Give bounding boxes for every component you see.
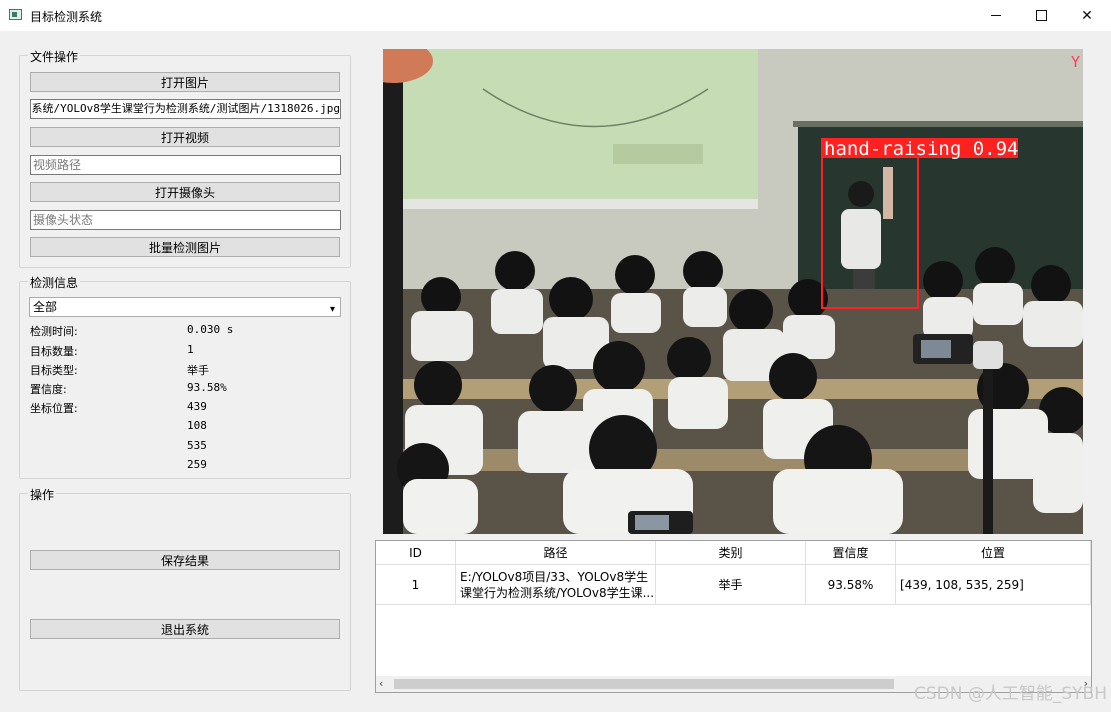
detection-image-view: hand-raising 0.94 Y	[383, 49, 1083, 534]
exit-system-button[interactable]: 退出系统	[30, 619, 340, 639]
confidence-label: 置信度:	[30, 383, 67, 396]
detect-info-title: 检测信息	[28, 274, 81, 291]
cell-confidence: 93.58%	[806, 565, 896, 605]
open-video-button[interactable]: 打开视频	[30, 127, 340, 147]
file-ops-title: 文件操作	[28, 48, 81, 65]
close-button[interactable]: ✕	[1064, 0, 1110, 31]
scroll-left-icon[interactable]: ‹	[379, 677, 383, 690]
cell-path: E:/YOLOv8项目/33、YOLOv8学生课堂行为检测系统/YOLOv8学生…	[456, 565, 656, 605]
image-path-text: E:/YOLOv8项目/33、YOLOv8学生课堂行为检测系统/YOLOv8学生…	[31, 102, 340, 115]
count-value: 1	[187, 343, 194, 356]
batch-detect-button[interactable]: 批量检测图片	[30, 237, 340, 257]
position-label: 坐标位置:	[30, 402, 78, 415]
results-table[interactable]: ID 路径 类别 置信度 位置 1 E:/YOLOv8项目/33、YOLOv8学…	[375, 540, 1092, 693]
window-title: 目标检测系统	[30, 10, 103, 24]
camera-status-field[interactable]: 摄像头状态	[30, 210, 341, 230]
type-value: 举手	[187, 364, 209, 377]
col-header-id[interactable]: ID	[376, 541, 456, 565]
app-window-icon	[9, 9, 22, 20]
position-xmax: 535	[187, 439, 207, 452]
maximize-button[interactable]	[1018, 0, 1064, 31]
ops-group: 操作	[19, 486, 351, 691]
open-image-button[interactable]: 打开图片	[30, 72, 340, 92]
maximize-icon	[1035, 10, 1047, 21]
open-camera-button[interactable]: 打开摄像头	[30, 182, 340, 202]
position-ymax: 259	[187, 458, 207, 471]
col-header-path[interactable]: 路径	[456, 541, 656, 565]
cell-category: 举手	[656, 565, 806, 605]
count-label: 目标数量:	[30, 345, 78, 358]
class-filter-value: 全部	[33, 300, 58, 314]
class-filter-select[interactable]: 全部 ▾	[29, 297, 341, 317]
ops-title: 操作	[28, 486, 57, 503]
col-header-category[interactable]: 类别	[656, 541, 806, 565]
minimize-icon	[991, 15, 1001, 16]
col-header-confidence[interactable]: 置信度	[806, 541, 896, 565]
title-bar: 目标检测系统 ✕	[0, 0, 1111, 31]
time-value: 0.030 s	[187, 323, 234, 336]
position-xmin: 439	[187, 400, 207, 413]
cell-path-text: E:/YOLOv8项目/33、YOLOv8学生课堂行为检测系统/YOLOv8学生…	[460, 569, 655, 600]
position-ymin: 108	[187, 419, 207, 432]
image-path-field[interactable]: E:/YOLOv8项目/33、YOLOv8学生课堂行为检测系统/YOLOv8学生…	[30, 99, 341, 119]
type-label: 目标类型:	[30, 364, 78, 377]
minimize-button[interactable]	[973, 0, 1019, 31]
confidence-value: 93.58%	[187, 381, 227, 394]
video-path-field[interactable]: 视频路径	[30, 155, 341, 175]
close-icon: ✕	[1081, 7, 1093, 24]
corner-mark-icon: Y	[1071, 53, 1080, 71]
watermark: CSDN @人工智能_SYBH	[914, 684, 1107, 704]
col-header-position[interactable]: 位置	[896, 541, 1091, 565]
cell-position: [439, 108, 535, 259]	[896, 565, 1091, 605]
save-result-button[interactable]: 保存结果	[30, 550, 340, 570]
chevron-down-icon: ▾	[329, 304, 335, 315]
cell-id: 1	[376, 565, 456, 605]
detection-label: hand-raising 0.94	[824, 138, 1018, 160]
time-label: 检测时间:	[30, 325, 78, 338]
scroll-thumb[interactable]	[394, 679, 894, 689]
